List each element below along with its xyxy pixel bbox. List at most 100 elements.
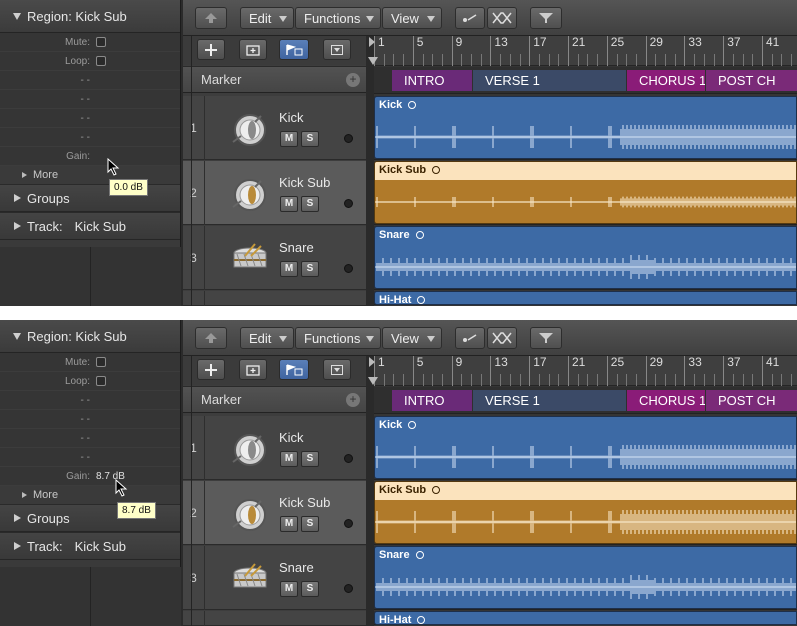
- mute-button[interactable]: M: [280, 451, 298, 467]
- track-name[interactable]: Snare: [279, 240, 314, 255]
- mute-button[interactable]: M: [280, 131, 298, 147]
- back-button[interactable]: [195, 7, 227, 29]
- bar-ruler[interactable]: 1 5 9 13 17 21 25 29 33 37 41: [374, 355, 797, 386]
- region-header[interactable]: Kick Sub: [375, 482, 796, 500]
- solo-button[interactable]: S: [301, 131, 319, 147]
- track-name[interactable]: Kick Sub: [279, 495, 330, 510]
- add-track-button[interactable]: [197, 359, 225, 380]
- disclosure-right-icon[interactable]: [22, 492, 27, 498]
- back-button[interactable]: [195, 327, 227, 349]
- functions-menu[interactable]: Functions: [295, 327, 381, 349]
- region-header[interactable]: Kick: [375, 417, 796, 435]
- mute-button[interactable]: M: [280, 196, 298, 212]
- record-enable-icon[interactable]: [344, 199, 353, 208]
- marker-track-header[interactable]: Marker +: [183, 66, 366, 93]
- loop-checkbox[interactable]: [96, 56, 106, 66]
- region-header[interactable]: Hi-Hat: [375, 292, 796, 304]
- track-header[interactable]: 1 Kick M S: [183, 96, 366, 160]
- add-marker-icon[interactable]: +: [346, 393, 360, 407]
- add-track-button[interactable]: [197, 39, 225, 60]
- track-section[interactable]: Track: Kick Sub: [0, 212, 180, 240]
- audio-region[interactable]: Kick Sub: [374, 481, 797, 544]
- view-menu[interactable]: View: [382, 327, 442, 349]
- groups-section[interactable]: Groups: [0, 184, 180, 212]
- region-header[interactable]: Snare: [375, 227, 796, 245]
- marker-intro[interactable]: INTRO: [392, 70, 472, 91]
- track-options-button[interactable]: [323, 39, 351, 60]
- track-name[interactable]: Kick: [279, 430, 304, 445]
- marker-chorus-1[interactable]: CHORUS 1: [627, 70, 705, 91]
- track-name[interactable]: Snare: [279, 560, 314, 575]
- catch-button[interactable]: [455, 7, 485, 29]
- filter-button[interactable]: [530, 7, 562, 29]
- mute-button[interactable]: M: [280, 516, 298, 532]
- more-disclosure[interactable]: More: [0, 166, 180, 184]
- disclosure-right-icon[interactable]: [14, 194, 21, 202]
- global-tracks-button[interactable]: [279, 39, 309, 60]
- solo-button[interactable]: S: [301, 581, 319, 597]
- disclosure-down-icon[interactable]: [13, 12, 21, 20]
- marker-verse-1[interactable]: VERSE 1: [473, 390, 626, 411]
- track-header[interactable]: 2 Kick Sub M S: [183, 161, 366, 225]
- track-options-button[interactable]: [323, 359, 351, 380]
- marker-post-ch[interactable]: POST CH: [706, 70, 797, 91]
- record-enable-icon[interactable]: [344, 264, 353, 273]
- record-enable-icon[interactable]: [344, 584, 353, 593]
- track-header-partial[interactable]: [183, 291, 366, 306]
- track-name[interactable]: Kick Sub: [279, 175, 330, 190]
- marker-post-ch[interactable]: POST CH: [706, 390, 797, 411]
- disclosure-right-icon[interactable]: [14, 222, 21, 230]
- disclosure-right-icon[interactable]: [22, 172, 27, 178]
- region-inspector-header[interactable]: Region: Kick Sub: [0, 0, 180, 33]
- region-header[interactable]: Kick: [375, 97, 796, 115]
- track-header[interactable]: 3 Snare M S: [183, 546, 366, 610]
- record-enable-icon[interactable]: [344, 454, 353, 463]
- link-button[interactable]: [487, 7, 517, 29]
- audio-region[interactable]: Kick: [374, 416, 797, 479]
- loop-checkbox[interactable]: [96, 376, 106, 386]
- filter-button[interactable]: [530, 327, 562, 349]
- catch-button[interactable]: [455, 327, 485, 349]
- audio-region[interactable]: Hi-Hat: [374, 291, 797, 305]
- disclosure-down-icon[interactable]: [13, 332, 21, 340]
- solo-button[interactable]: S: [301, 261, 319, 277]
- mute-checkbox[interactable]: [96, 357, 106, 367]
- add-marker-icon[interactable]: +: [346, 73, 360, 87]
- region-header[interactable]: Kick Sub: [375, 162, 796, 180]
- audio-region[interactable]: Kick: [374, 96, 797, 159]
- link-button[interactable]: [487, 327, 517, 349]
- region-header[interactable]: Hi-Hat: [375, 612, 796, 624]
- solo-button[interactable]: S: [301, 196, 319, 212]
- audio-region[interactable]: Snare: [374, 546, 797, 609]
- marker-track-header[interactable]: Marker +: [183, 386, 366, 413]
- mute-checkbox[interactable]: [96, 37, 106, 47]
- marker-intro[interactable]: INTRO: [392, 390, 472, 411]
- audio-region[interactable]: Hi-Hat: [374, 611, 797, 625]
- track-header[interactable]: 1 Kick M S: [183, 416, 366, 480]
- view-menu[interactable]: View: [382, 7, 442, 29]
- track-header-partial[interactable]: [183, 611, 366, 626]
- record-enable-icon[interactable]: [344, 134, 353, 143]
- mute-button[interactable]: M: [280, 261, 298, 277]
- record-enable-icon[interactable]: [344, 519, 353, 528]
- audio-region[interactable]: Kick Sub: [374, 161, 797, 224]
- region-inspector-header[interactable]: Region: Kick Sub: [0, 320, 180, 353]
- region-header[interactable]: Snare: [375, 547, 796, 565]
- solo-button[interactable]: S: [301, 451, 319, 467]
- global-tracks-button[interactable]: [279, 359, 309, 380]
- track-section[interactable]: Track: Kick Sub: [0, 532, 180, 560]
- track-name[interactable]: Kick: [279, 110, 304, 125]
- functions-menu[interactable]: Functions: [295, 7, 381, 29]
- marker-verse-1[interactable]: VERSE 1: [473, 70, 626, 91]
- mute-button[interactable]: M: [280, 581, 298, 597]
- disclosure-right-icon[interactable]: [14, 514, 21, 522]
- solo-button[interactable]: S: [301, 516, 319, 532]
- new-track-stack-button[interactable]: [239, 359, 267, 380]
- audio-region[interactable]: Snare: [374, 226, 797, 289]
- track-header[interactable]: 2 Kick Sub M S: [183, 481, 366, 545]
- edit-menu[interactable]: Edit: [240, 7, 294, 29]
- new-track-stack-button[interactable]: [239, 39, 267, 60]
- disclosure-right-icon[interactable]: [14, 542, 21, 550]
- bar-ruler[interactable]: 1 5 9 13 17 21 25 29 33 37 41: [374, 35, 797, 66]
- marker-chorus-1[interactable]: CHORUS 1: [627, 390, 705, 411]
